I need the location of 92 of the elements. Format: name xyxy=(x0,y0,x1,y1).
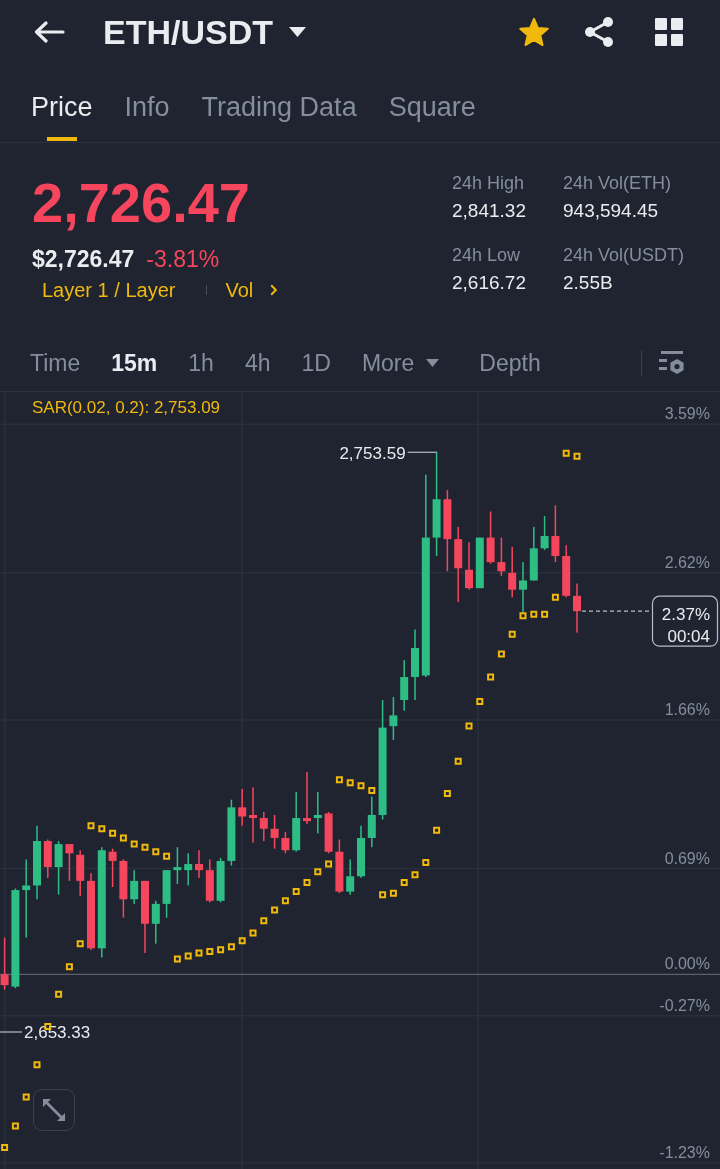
view-tab[interactable]: Depth xyxy=(479,348,541,378)
candle xyxy=(519,562,527,613)
candle xyxy=(184,853,193,886)
candle xyxy=(238,788,247,826)
pair-selector[interactable]: ETH/USDT xyxy=(103,12,306,52)
share-icon[interactable] xyxy=(584,17,614,47)
interval-tab[interactable]: 15m xyxy=(111,348,158,378)
last-price: 2,726.47 xyxy=(32,171,250,235)
last-change-label: 2.37% xyxy=(661,605,710,625)
axis-label: 3.59% xyxy=(664,405,710,423)
star-icon[interactable] xyxy=(518,16,550,48)
candle xyxy=(108,848,117,887)
axis-label: -1.23% xyxy=(659,1143,710,1161)
stat-value: 943,594.45 xyxy=(563,199,659,223)
candle xyxy=(303,772,311,825)
candle xyxy=(119,859,128,918)
fiat-price: $2,726.47 xyxy=(32,245,135,273)
candle xyxy=(540,516,549,550)
caret-down-icon xyxy=(426,359,440,367)
candle xyxy=(43,839,52,878)
candle xyxy=(151,900,160,944)
axis-label: 2.62% xyxy=(664,553,710,571)
candle xyxy=(162,870,171,918)
high-price-label: 2,753.59 xyxy=(339,444,406,464)
category-link[interactable]: Layer 1 / Layer xyxy=(42,277,176,303)
interval-tab[interactable]: 1h xyxy=(188,348,214,378)
interval-tab[interactable]: Time xyxy=(30,348,81,378)
candle xyxy=(324,811,333,854)
candle xyxy=(508,546,517,598)
candle xyxy=(205,859,214,903)
candle xyxy=(292,792,301,852)
expand-button[interactable] xyxy=(33,1089,75,1131)
candle xyxy=(259,811,268,842)
high-leader-line xyxy=(407,451,438,453)
candle xyxy=(357,825,365,878)
candle xyxy=(313,792,322,834)
low-price-label: 2,653.33 xyxy=(24,1023,91,1042)
axis-label: 0.69% xyxy=(664,849,710,867)
indicator-label: SAR(0.02, 0.2): 2,753.09 xyxy=(32,398,221,417)
candle xyxy=(475,537,484,589)
expand-icon xyxy=(43,1099,65,1121)
candle xyxy=(346,859,355,895)
page-tab[interactable]: Trading Data xyxy=(201,64,357,142)
stat-value: 2,841.32 xyxy=(452,199,526,223)
stat-label: 24h High xyxy=(452,172,525,195)
volume-link[interactable]: Vol xyxy=(225,277,278,303)
axis-label: 0.00% xyxy=(664,955,710,973)
candle xyxy=(281,831,290,854)
axis-label: 1.66% xyxy=(664,700,710,718)
candle xyxy=(497,537,506,576)
candle xyxy=(195,850,203,878)
caret-down-icon xyxy=(289,27,306,37)
candle xyxy=(335,839,344,894)
candle xyxy=(389,697,398,740)
candle xyxy=(130,870,139,904)
candle xyxy=(486,511,495,564)
stat-label: 24h Vol(ETH) xyxy=(563,172,672,195)
candle xyxy=(54,841,63,895)
candle xyxy=(76,850,85,897)
candle xyxy=(227,799,236,866)
page-tab[interactable]: Info xyxy=(124,64,170,142)
candle xyxy=(529,526,538,581)
candle xyxy=(367,796,376,848)
interval-tab[interactable]: 4h xyxy=(244,348,271,378)
stat-label: 24h Low xyxy=(452,244,521,267)
countdown-label: 00:04 xyxy=(667,627,710,647)
interval-tab[interactable]: 1D xyxy=(301,348,331,378)
stat-label: 24h Vol(USDT) xyxy=(563,244,685,267)
candle xyxy=(173,847,182,884)
candle xyxy=(562,545,571,598)
candle xyxy=(411,629,419,701)
page-tab[interactable]: Square xyxy=(388,64,476,142)
candle xyxy=(249,787,257,843)
candle xyxy=(0,937,9,990)
candle xyxy=(573,583,581,633)
candle xyxy=(270,815,279,849)
candle xyxy=(551,505,560,563)
candle xyxy=(216,857,225,903)
candle xyxy=(65,844,74,881)
axis-label: -0.27% xyxy=(659,996,710,1014)
price-change: -3.81% xyxy=(146,245,220,273)
chevron-right-icon xyxy=(270,284,278,296)
left-arrow-icon[interactable] xyxy=(34,21,65,43)
stat-value: 2.55B xyxy=(563,271,613,295)
grid-icon[interactable] xyxy=(655,18,683,46)
stat-value: 2,616.72 xyxy=(452,271,526,295)
settings-icon[interactable] xyxy=(659,351,685,375)
last-price-tag xyxy=(651,595,719,647)
candle xyxy=(400,660,409,711)
more-dropdown[interactable]: More xyxy=(361,348,440,378)
candle xyxy=(465,542,473,590)
low-leader-line xyxy=(0,1031,23,1033)
